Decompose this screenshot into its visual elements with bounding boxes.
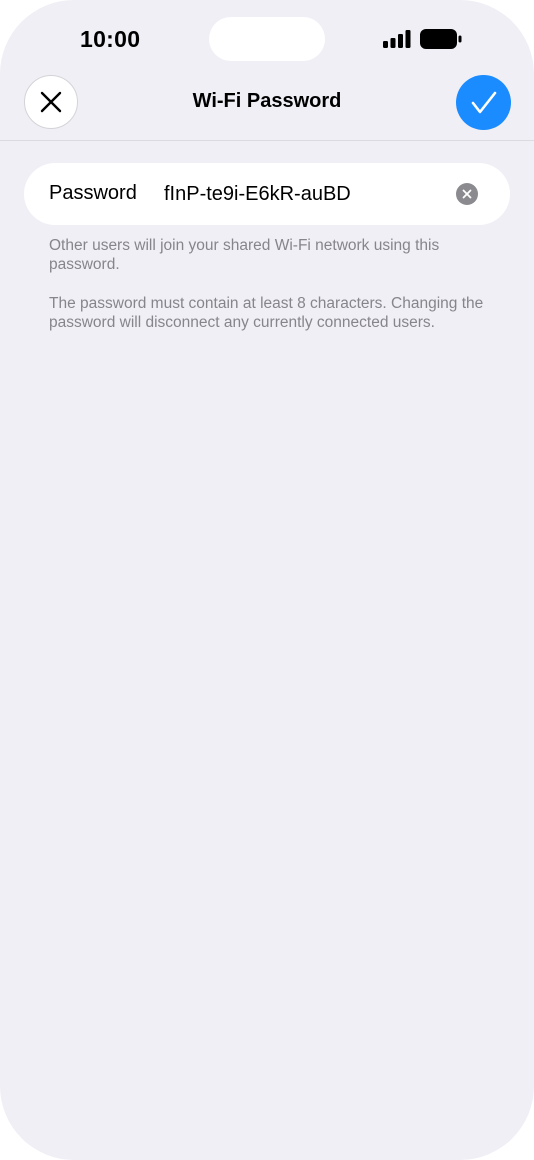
battery-icon [420,29,462,49]
status-time: 10:00 [80,26,141,52]
checkmark-icon [471,91,496,113]
done-button[interactable] [456,75,511,130]
clear-button[interactable] [456,183,478,205]
password-requirement-note: The password must contain at least 8 cha… [49,295,484,331]
page-title: Wi-Fi Password [192,90,342,112]
phone-screen: 10:00 Wi-Fi Password Password fInP-te9i-… [0,0,534,1160]
password-label: Password [49,182,137,204]
status-bar: 10:00 [0,0,534,70]
clear-x-icon [462,189,472,199]
password-field-row: Password [24,163,510,225]
dynamic-island [209,17,325,61]
password-usage-note: Other users will join your shared Wi-Fi … [49,237,440,273]
cellular-signal-icon [383,30,411,48]
navigation-bar: Wi-Fi Password [0,70,534,141]
password-input[interactable] [164,177,444,211]
